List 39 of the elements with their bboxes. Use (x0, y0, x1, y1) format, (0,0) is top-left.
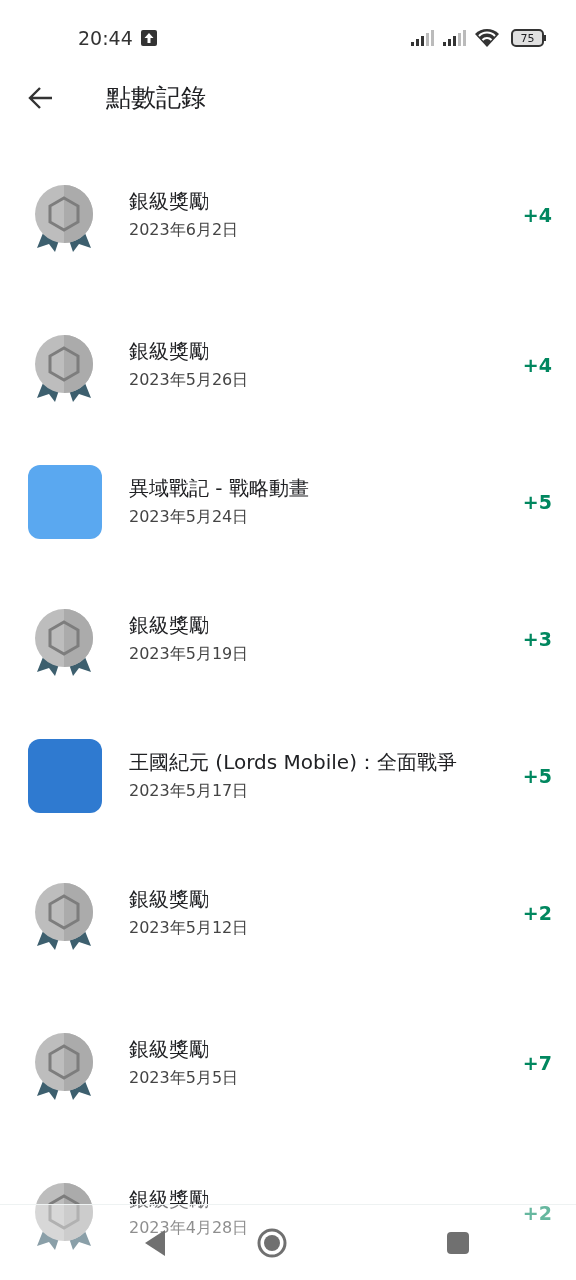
entry-title: 銀級獎勵 (129, 1036, 210, 1062)
medal-icon (33, 882, 95, 952)
points-value: +7 (522, 1050, 552, 1076)
battery-indicator: 75 (511, 29, 544, 47)
entry-date: 2023年5月5日 (129, 1066, 240, 1089)
signal-icon (411, 30, 435, 46)
medal-icon (33, 608, 95, 678)
medal-icon (33, 1032, 95, 1102)
points-value: +2 (522, 900, 552, 926)
entry-date: 2023年5月12日 (129, 916, 250, 939)
points-value: +3 (522, 626, 552, 652)
back-arrow-icon[interactable] (28, 86, 54, 110)
entry-title: 王國紀元 (Lords Mobile)：全面戰爭 (129, 749, 458, 775)
points-value: +4 (522, 202, 552, 228)
points-value: +4 (522, 352, 552, 378)
entry-date: 2023年5月26日 (129, 368, 250, 391)
entry-title: 異域戰記 - 戰略動畫 (129, 475, 310, 501)
entry-title: 銀級獎勵 (129, 188, 210, 214)
medal-icon (33, 1182, 95, 1252)
page-title: 點數記錄 (106, 82, 206, 115)
home-nav-icon[interactable] (257, 1227, 287, 1258)
entry-title: 銀級獎勵 (129, 612, 210, 638)
medal-icon (33, 334, 95, 404)
entry-title: 銀級獎勵 (129, 886, 210, 912)
entry-date: 2023年5月24日 (129, 505, 250, 528)
entry-date: 2023年4月28日 (129, 1216, 250, 1239)
entry-date: 2023年5月19日 (129, 642, 250, 665)
entry-date: 2023年5月17日 (129, 779, 250, 802)
recents-nav-icon[interactable] (447, 1231, 469, 1254)
wifi-icon (475, 29, 499, 47)
points-value: +5 (522, 489, 552, 515)
upload-icon (140, 30, 157, 46)
points-value: +2 (522, 1200, 552, 1226)
entry-title: 銀級獎勵 (129, 338, 210, 364)
status-time: 20:44 (78, 25, 133, 51)
entry-date: 2023年6月2日 (129, 218, 240, 241)
medal-icon (33, 184, 95, 254)
signal-icon (443, 30, 467, 46)
points-value: +5 (522, 763, 552, 789)
